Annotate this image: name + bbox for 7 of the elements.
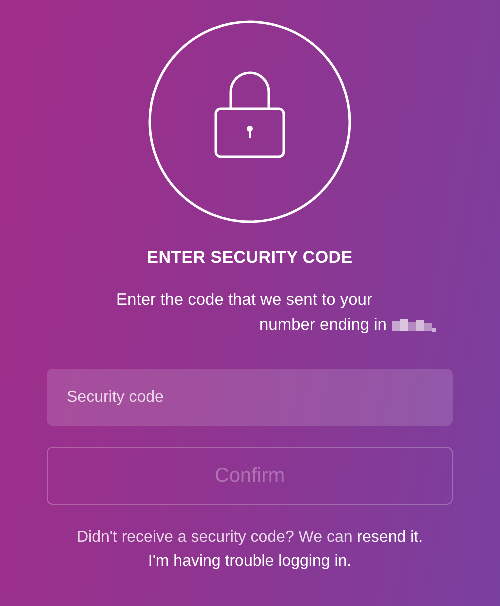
redacted-number-icon [392, 319, 438, 333]
trouble-logging-in-link[interactable]: I'm having trouble logging in. [148, 553, 352, 571]
resend-link[interactable]: resend it. [357, 529, 424, 546]
resend-text: Didn't receive a security code? We can resend it. [76, 528, 424, 548]
page-title: ENTER SECURITY CODE [147, 248, 353, 268]
lock-icon [148, 20, 352, 224]
instruction-text: Enter the code that we sent to your number ending in [116, 290, 387, 336]
